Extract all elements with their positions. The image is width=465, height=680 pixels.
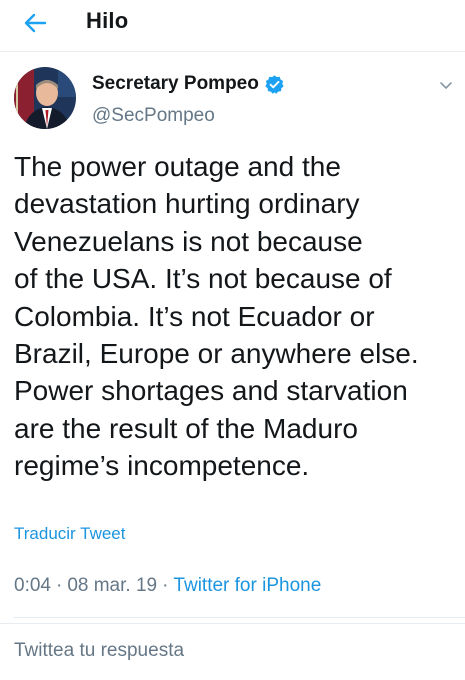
author-display-name: Secretary Pompeo xyxy=(92,73,259,94)
tweet-text: The power outage and the devastation hur… xyxy=(14,151,419,482)
divider xyxy=(14,617,465,618)
chevron-down-icon[interactable] xyxy=(438,77,454,93)
tweet-date: 08 mar. 19 xyxy=(67,575,158,596)
meta-separator: · xyxy=(162,575,169,596)
meta-separator: · xyxy=(55,575,63,596)
avatar[interactable] xyxy=(14,67,76,129)
top-bar: Hilo xyxy=(0,0,465,52)
tweet-author: Secretary Pompeo @SecPompeo xyxy=(14,67,454,137)
back-button[interactable] xyxy=(20,8,50,38)
page-title: Hilo xyxy=(86,8,129,33)
translate-tweet-link[interactable]: Traducir Tweet xyxy=(14,524,126,544)
arrow-left-icon xyxy=(24,13,47,33)
author-handle[interactable]: @SecPompeo xyxy=(92,105,215,127)
tweet-meta: 0:04 · 08 mar. 19 · Twitter for iPhone xyxy=(14,575,321,597)
reply-input[interactable]: Twittea tu respuesta xyxy=(14,640,184,662)
author-name-row[interactable]: Secretary Pompeo xyxy=(92,73,285,95)
tweet-source-link[interactable]: Twitter for iPhone xyxy=(173,575,321,596)
divider xyxy=(0,623,465,624)
tweet-time: 0:04 xyxy=(14,575,51,596)
verified-badge-icon xyxy=(265,74,284,94)
